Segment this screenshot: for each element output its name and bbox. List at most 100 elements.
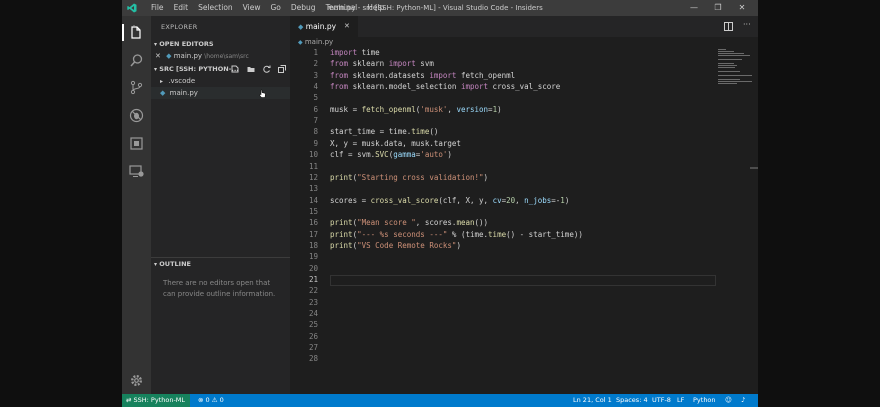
menu-go[interactable]: Go [265, 0, 285, 16]
code-line[interactable]: from sklearn import svm [330, 59, 434, 68]
search-icon[interactable] [129, 53, 144, 68]
chevron-right-icon: ▸ [160, 78, 164, 85]
code-line[interactable]: print("Starting cross validation!") [330, 173, 488, 182]
line-number: 18 [308, 240, 318, 250]
menu-edit[interactable]: Edit [169, 0, 194, 16]
code-editor[interactable]: 1 2 3 4 5 6 7 8 9 10 11 12 13 14 15 16 17 18 19 20 21 22 23 24 2… [290, 48, 758, 394]
tree-item-label: .vscode [168, 77, 196, 85]
code-line[interactable]: scores = cross_val_score(clf, X, y, cv=2… [330, 196, 569, 205]
files-icon[interactable] [129, 25, 144, 40]
tree-item-vscode[interactable]: ▸ .vscode [151, 75, 290, 87]
menu-help[interactable]: Help [362, 0, 389, 16]
indentation[interactable]: Spaces: 4 [616, 394, 648, 407]
split-editor-icon[interactable] [724, 22, 733, 31]
line-number: 5 [313, 93, 318, 103]
line-number: 27 [308, 343, 318, 353]
line-number: 4 [313, 82, 318, 92]
code-line[interactable]: from sklearn.datasets import fetch_openm… [330, 71, 515, 80]
line-number: 6 [313, 104, 318, 114]
smiley-icon[interactable]: ☺ [725, 394, 732, 407]
mouse-cursor-icon [259, 89, 266, 98]
tab-label: main.py [305, 22, 337, 31]
open-editor-item[interactable]: ✕ ◆ main.py \home\sam\src [151, 50, 290, 62]
code-line[interactable]: clf = svm.SVC(gamma='auto') [330, 150, 452, 159]
code-line[interactable]: from sklearn.model_selection import cros… [330, 82, 560, 91]
open-editors-header[interactable]: ▾ OPEN EDITORS [151, 38, 290, 50]
close-icon[interactable]: ✕ [344, 16, 350, 37]
chevron-down-icon: ▾ [154, 41, 158, 48]
line-number: 14 [308, 195, 318, 205]
remote-indicator[interactable]: ⇄ SSH: Python-ML [122, 394, 190, 407]
gear-icon[interactable] [129, 373, 144, 388]
line-number: 22 [308, 286, 318, 296]
folder-label: SRC [SSH: PYTHON-... [159, 65, 239, 73]
tab-main-py[interactable]: ◆ main.py ✕ [290, 16, 358, 37]
code-line[interactable]: print("VS Code Remote Rocks") [330, 241, 461, 250]
code-line[interactable]: start_time = time.time() [330, 127, 438, 136]
close-button[interactable]: ✕ [730, 0, 754, 16]
error-count: 0 [205, 396, 210, 404]
line-number: 13 [308, 184, 318, 194]
remote-explorer-icon[interactable] [129, 164, 144, 179]
refresh-icon[interactable] [263, 65, 271, 73]
menu-debug[interactable]: Debug [286, 0, 321, 16]
line-number: 15 [308, 206, 318, 216]
problems-indicator[interactable]: ⊗ 0 ⚠ 0 [198, 394, 224, 407]
minimap[interactable] [716, 48, 752, 394]
code-line[interactable]: import time [330, 48, 380, 57]
debug-icon[interactable] [129, 108, 144, 123]
code-line[interactable]: print("Mean score ", scores.mean()) [330, 218, 488, 227]
vscode-logo-icon [127, 3, 137, 13]
line-number: 11 [308, 161, 318, 171]
menu-terminal[interactable]: Terminal [321, 0, 363, 16]
tree-item-label: main.py [169, 89, 198, 97]
new-folder-icon[interactable] [247, 65, 255, 73]
source-control-icon[interactable] [129, 80, 144, 95]
line-number: 17 [308, 229, 318, 239]
editor-tabs: ◆ main.py ✕ ··· [290, 16, 758, 37]
line-number: 1 [313, 48, 318, 57]
code-line[interactable]: X, y = musk.data, musk.target [330, 139, 461, 148]
error-icon: ⊗ [198, 396, 204, 404]
outline-label: OUTLINE [159, 260, 191, 268]
bell-icon[interactable]: ♪ [741, 394, 745, 407]
line-number: 28 [308, 354, 318, 364]
tree-item-main-py[interactable]: ◆ main.py [151, 87, 290, 99]
python-file-icon: ◆ [298, 39, 303, 46]
more-actions-icon[interactable]: ··· [743, 20, 751, 29]
chevron-down-icon: ▾ [154, 261, 158, 268]
menu-selection[interactable]: Selection [193, 0, 238, 16]
menu-view[interactable]: View [238, 0, 266, 16]
code-line[interactable]: musk = fetch_openml('musk', version=1) [330, 105, 502, 114]
language-mode[interactable]: Python [693, 394, 716, 407]
extensions-icon[interactable] [129, 136, 144, 151]
outline-header[interactable]: ▾ OUTLINE [151, 258, 293, 270]
line-number: 9 [313, 138, 318, 148]
python-file-icon: ◆ [166, 52, 172, 60]
restore-button[interactable]: ❐ [706, 0, 730, 16]
warning-icon: ⚠ [211, 396, 218, 404]
chevron-down-icon: ▾ [154, 66, 158, 73]
line-number: 25 [308, 320, 318, 330]
scrollbar-marker [750, 167, 758, 169]
line-number: 21 [308, 275, 318, 284]
open-editor-name: main.py [173, 52, 203, 60]
cursor-position[interactable]: Ln 21, Col 1 [573, 394, 612, 407]
line-number: 16 [308, 218, 318, 228]
menu-bar: File Edit Selection View Go Debug Termin… [146, 0, 389, 16]
breadcrumb-file[interactable]: main.py [305, 38, 333, 46]
remote-label: SSH: Python-ML [133, 396, 186, 404]
line-number: 10 [308, 150, 318, 160]
menu-file[interactable]: File [146, 0, 169, 16]
close-icon[interactable]: ✕ [155, 52, 161, 60]
line-number: 8 [313, 127, 318, 137]
line-number: 23 [308, 297, 318, 307]
collapse-all-icon[interactable] [278, 65, 286, 73]
line-number: 12 [308, 172, 318, 182]
line-ending[interactable]: LF [677, 394, 684, 407]
minimize-button[interactable]: — [682, 0, 706, 16]
folder-header[interactable]: ▾ SRC [SSH: PYTHON-... [151, 63, 290, 75]
new-file-icon[interactable] [231, 65, 239, 73]
code-line[interactable]: print("--- %s seconds ---" % (time.time(… [330, 230, 583, 239]
encoding[interactable]: UTF-8 [652, 394, 671, 407]
